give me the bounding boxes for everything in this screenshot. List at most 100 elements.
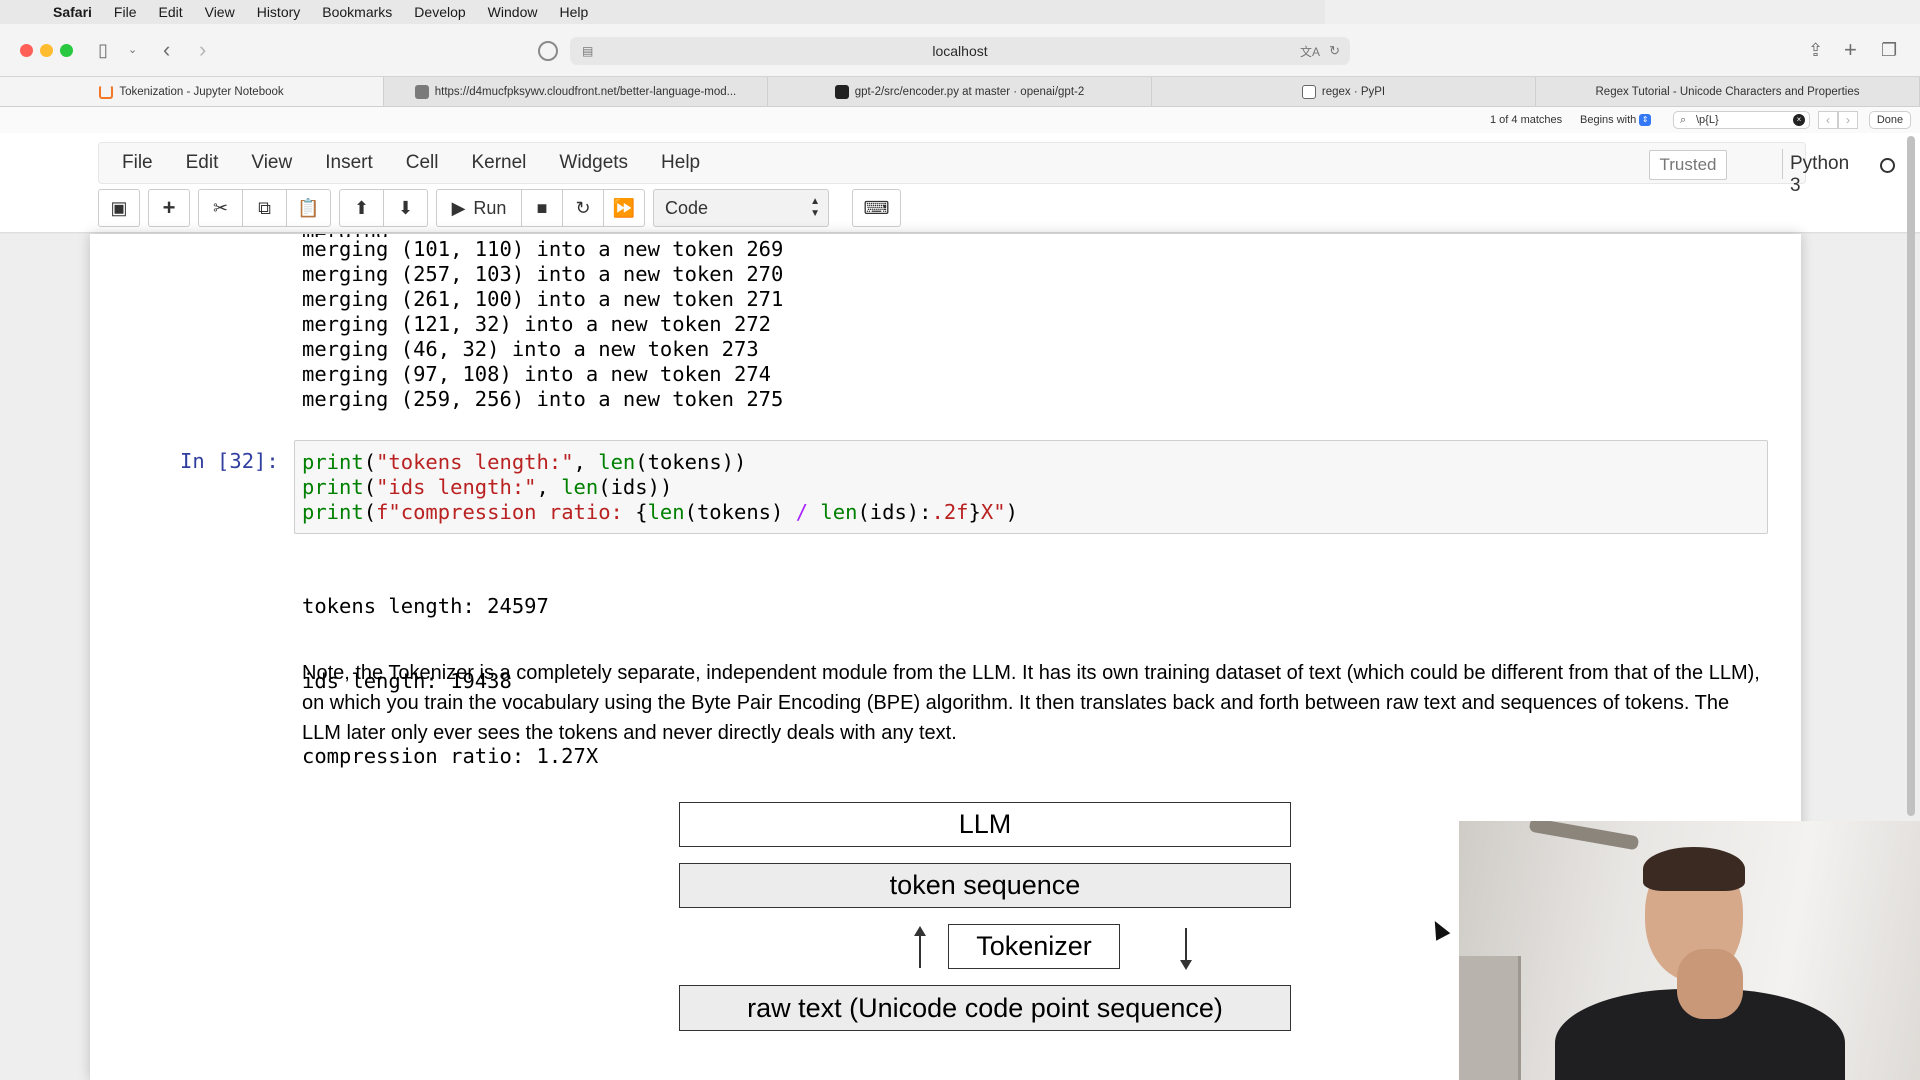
sidebar-toggle-icon[interactable]: ▯ (98, 37, 108, 63)
copy-button[interactable]: ⧉ (242, 189, 287, 227)
back-arrow-icon[interactable]: ‹ (163, 37, 170, 63)
menu-app-name[interactable]: Safari (53, 4, 92, 20)
cloudfront-favicon-icon (414, 84, 429, 99)
code-token: print (302, 475, 364, 499)
tab-pypi[interactable]: regex · PyPI (1152, 77, 1536, 106)
paste-button[interactable]: 📋 (286, 189, 331, 227)
move-down-button[interactable]: ⬇ (383, 189, 428, 227)
output-line: merging (121, 32) into a new token 272 (302, 312, 771, 336)
address-url: localhost (932, 43, 988, 59)
find-mode-label: Begins with (1580, 114, 1637, 126)
kernel-status-icon (1880, 158, 1895, 173)
diagram-raw-text-box: raw text (Unicode code point sequence) (679, 985, 1291, 1031)
code-token: len (820, 500, 858, 524)
close-window-button[interactable] (20, 44, 33, 57)
cut-button[interactable]: ✂ (198, 189, 243, 227)
find-next-button[interactable]: › (1838, 111, 1858, 129)
jupyter-menu-cell[interactable]: Cell (406, 152, 439, 174)
github-favicon-icon (834, 84, 849, 99)
webcam-video (1459, 821, 1920, 1080)
tab-title: Regex Tutorial - Unicode Characters and … (1595, 85, 1860, 98)
minimize-window-button[interactable] (40, 44, 53, 57)
find-input[interactable]: ⌕ \p{L} × (1673, 111, 1810, 129)
code-token: ( (363, 450, 377, 474)
zoom-window-button[interactable] (60, 44, 73, 57)
cell-type-select[interactable]: Code ▲ ▼ (653, 189, 829, 227)
arrow-down-icon (1180, 928, 1192, 970)
tab-title: Tokenization - Jupyter Notebook (119, 85, 284, 98)
tab-title: regex · PyPI (1321, 85, 1386, 98)
address-bar[interactable]: ▤ localhost 文A ↻ (570, 37, 1350, 65)
cell-type-value: Code (665, 197, 709, 218)
share-icon[interactable]: ⇪ (1808, 37, 1823, 63)
mac-menu-bar: Safari File Edit View History Bookmarks … (0, 0, 1325, 24)
translate-icon[interactable]: 文A (1300, 43, 1320, 60)
code-token: , (573, 450, 599, 474)
command-palette-button[interactable]: ⌨ (852, 189, 901, 227)
privacy-shield-icon[interactable] (538, 41, 558, 61)
tab-title: gpt-2/src/encoder.py at master · openai/… (854, 85, 1085, 98)
menu-help[interactable]: Help (559, 4, 588, 20)
kernel-name[interactable]: Python 3 (1790, 153, 1849, 197)
menu-file[interactable]: File (114, 4, 137, 20)
kernel-divider (1782, 149, 1783, 179)
browser-toolbar: ▯ ⌄ ‹ › ▤ localhost 文A ↻ ⇪ + ❐ (0, 24, 1920, 76)
save-button[interactable]: ▣ (98, 189, 140, 227)
menu-view[interactable]: View (205, 4, 235, 20)
code-token: X" (980, 500, 1006, 524)
menu-develop[interactable]: Develop (414, 4, 465, 20)
find-match-count: 1 of 4 matches (1490, 114, 1563, 126)
code-lines[interactable]: print("tokens length:", len(tokens)) prin… (302, 450, 1018, 525)
merge-output: mergingmerging (101, 110) into a new tok… (302, 234, 783, 412)
webcam-person-hand (1677, 949, 1743, 1019)
run-button[interactable]: ▶ Run (436, 189, 522, 227)
jupyter-menu-insert[interactable]: Insert (325, 152, 373, 174)
jupyter-menu-edit[interactable]: Edit (186, 152, 219, 174)
find-mode-select[interactable]: Begins with ⇕ (1580, 114, 1652, 127)
restart-button[interactable]: ↻ (562, 189, 604, 227)
tab-jupyter[interactable]: Tokenization - Jupyter Notebook (0, 77, 384, 106)
tab-github[interactable]: gpt-2/src/encoder.py at master · openai/… (768, 77, 1152, 106)
menu-bar-right-area (1325, 0, 1920, 24)
diagram-token-sequence-box: token sequence (679, 863, 1291, 908)
insert-cell-button[interactable]: + (148, 189, 190, 227)
jupyter-menu-bar: File Edit View Insert Cell Kernel Widget… (98, 142, 1895, 196)
jupyter-menu-widgets[interactable]: Widgets (559, 152, 628, 174)
menu-history[interactable]: History (257, 4, 301, 20)
arrow-down-icon: ⬇ (397, 197, 414, 218)
trusted-badge[interactable]: Trusted (1649, 150, 1727, 180)
find-done-button[interactable]: Done (1869, 111, 1911, 129)
restart-run-all-button[interactable]: ⏩ (603, 189, 645, 227)
menu-bookmarks[interactable]: Bookmarks (322, 4, 392, 20)
page-icon: ▤ (582, 44, 594, 58)
interrupt-button[interactable]: ■ (521, 189, 563, 227)
code-token: print (302, 500, 364, 524)
output-line: merging (46, 32) into a new token 273 (302, 337, 759, 361)
code-token: ( (363, 475, 377, 499)
find-previous-button[interactable]: ‹ (1818, 111, 1838, 129)
arrow-up-icon (914, 926, 926, 968)
reload-icon[interactable]: ↻ (1329, 43, 1340, 59)
output-line: merging (261, 100) into a new token 271 (302, 287, 784, 311)
menu-window[interactable]: Window (488, 4, 538, 20)
tab-cloudfront[interactable]: https://d4mucfpksywv.cloudfront.net/bett… (384, 77, 768, 106)
chevron-down-icon[interactable]: ⌄ (128, 37, 137, 63)
tab-regex-tutorial[interactable]: Regex Tutorial - Unicode Characters and … (1536, 77, 1920, 106)
fast-forward-icon: ⏩ (612, 197, 636, 218)
page-scrollbar[interactable] (1907, 136, 1915, 816)
diagram-llm-box: LLM (679, 802, 1291, 847)
tab-overview-icon[interactable]: ❐ (1881, 37, 1897, 63)
jupyter-menu-view[interactable]: View (251, 152, 292, 174)
menu-edit[interactable]: Edit (158, 4, 182, 20)
jupyter-menu-kernel[interactable]: Kernel (471, 152, 526, 174)
code-token: .2f (931, 500, 969, 524)
jupyter-menu-help[interactable]: Help (661, 152, 700, 174)
tab-bar: Tokenization - Jupyter Notebook https://… (0, 76, 1920, 107)
new-tab-icon[interactable]: + (1844, 37, 1857, 63)
output-line: merging (259, 256) into a new token 275 (302, 387, 784, 411)
code-token: "tokens length:" (376, 450, 574, 474)
jupyter-menu-file[interactable]: File (122, 152, 153, 174)
move-up-button[interactable]: ⬆ (339, 189, 384, 227)
forward-arrow-icon[interactable]: › (199, 37, 206, 63)
clear-search-icon[interactable]: × (1793, 114, 1805, 126)
